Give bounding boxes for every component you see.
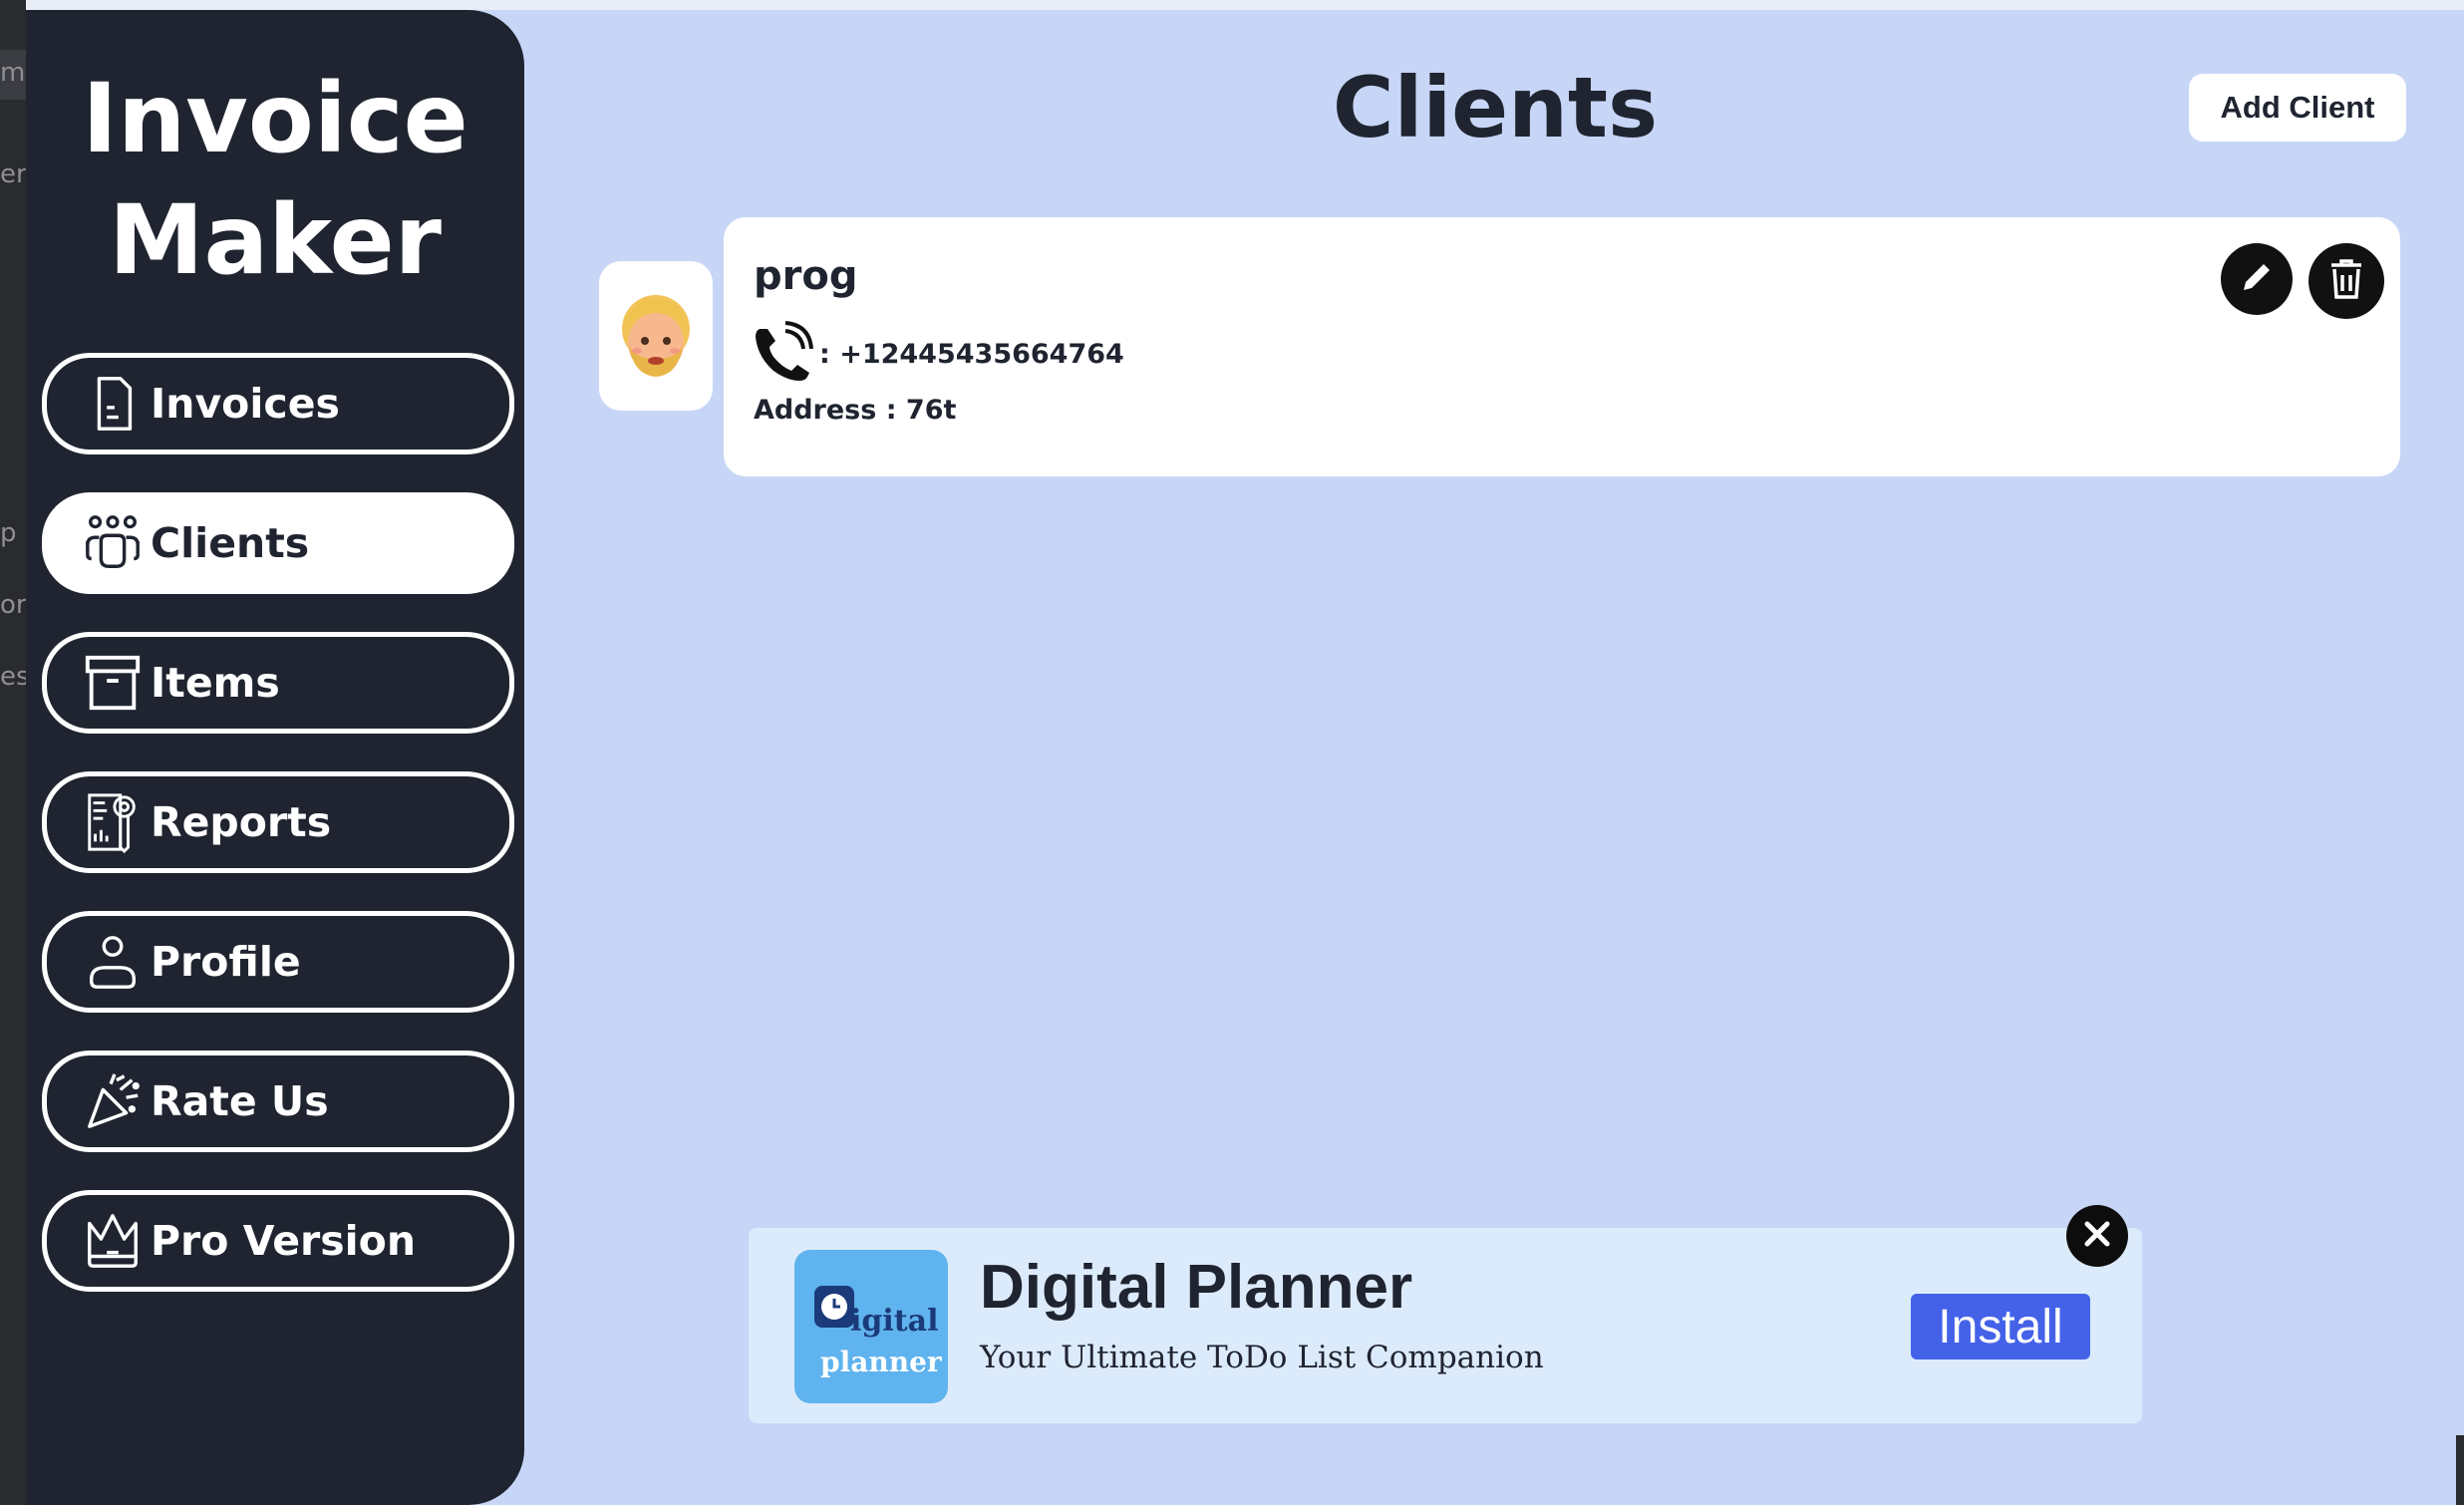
logo-line-2: Maker xyxy=(108,184,443,296)
sidebar-item-label: Items xyxy=(151,659,280,707)
background-window-text: er xyxy=(0,159,26,189)
sidebar-item-clients[interactable]: Clients xyxy=(42,492,514,594)
page-title: Clients xyxy=(1332,59,1659,156)
ad-install-button[interactable]: Install xyxy=(1911,1294,2090,1359)
face-emoji-icon xyxy=(622,295,690,377)
ad-subtitle: Your Ultimate ToDo List Companion xyxy=(980,1340,1544,1375)
sidebar-item-pro-version[interactable]: Pro Version xyxy=(42,1190,514,1292)
background-window-edge: ma er p ori es xyxy=(0,0,26,1505)
top-edge xyxy=(26,0,2464,10)
add-client-button[interactable]: Add Client xyxy=(2189,74,2406,142)
sidebar-item-label: Rate Us xyxy=(151,1077,329,1125)
ad-app-logo: igital planner xyxy=(794,1250,948,1403)
ad-close-button[interactable] xyxy=(2066,1205,2128,1267)
pencil-icon xyxy=(2238,258,2276,300)
logo-line-1: Invoice xyxy=(82,63,468,174)
sidebar: Invoice Maker Invoices Clients Items Rep… xyxy=(26,10,524,1505)
right-edge xyxy=(2456,1435,2464,1505)
background-window-text: es xyxy=(0,662,26,692)
user-icon xyxy=(81,930,145,994)
sidebar-item-label: Reports xyxy=(151,798,332,846)
background-window-text: ori xyxy=(0,590,26,620)
client-avatar xyxy=(599,261,713,411)
client-phone: : +12445435664764 xyxy=(819,338,1124,370)
sidebar-item-reports[interactable]: Reports xyxy=(42,771,514,873)
ad-logo-text: igital xyxy=(850,1304,939,1339)
crown-icon xyxy=(81,1209,145,1273)
background-window-text: ma xyxy=(0,58,26,88)
trash-icon xyxy=(2327,257,2365,305)
sidebar-item-rate-us[interactable]: Rate Us xyxy=(42,1051,514,1152)
edit-client-button[interactable] xyxy=(2221,243,2293,315)
sidebar-item-invoices[interactable]: Invoices xyxy=(42,353,514,454)
ad-title: Digital Planner xyxy=(980,1253,1413,1322)
client-card[interactable]: prog : +12445435664764 Address : 76t xyxy=(724,217,2400,476)
client-name: prog xyxy=(754,253,858,299)
invoice-icon xyxy=(81,372,145,436)
phone-icon xyxy=(752,321,815,387)
sidebar-item-label: Pro Version xyxy=(151,1217,417,1265)
sidebar-item-label: Clients xyxy=(151,519,310,567)
ad-banner[interactable]: igital planner Digital Planner Your Ulti… xyxy=(749,1228,2142,1423)
ad-logo-text: planner xyxy=(820,1346,942,1378)
client-phone-row: : +12445435664764 xyxy=(752,321,1124,387)
client-address: Address : 76t xyxy=(754,395,957,426)
background-window-text: p xyxy=(0,518,17,548)
clients-icon xyxy=(81,511,145,575)
sidebar-item-profile[interactable]: Profile xyxy=(42,911,514,1013)
sidebar-item-items[interactable]: Items xyxy=(42,632,514,734)
sidebar-item-label: Invoices xyxy=(151,380,340,428)
close-icon xyxy=(2082,1219,2112,1253)
report-icon xyxy=(81,790,145,854)
party-popper-icon xyxy=(81,1069,145,1133)
delete-client-button[interactable] xyxy=(2309,243,2384,319)
app-logo: Invoice Maker xyxy=(26,58,524,301)
sidebar-item-label: Profile xyxy=(151,938,301,986)
box-icon xyxy=(81,651,145,715)
